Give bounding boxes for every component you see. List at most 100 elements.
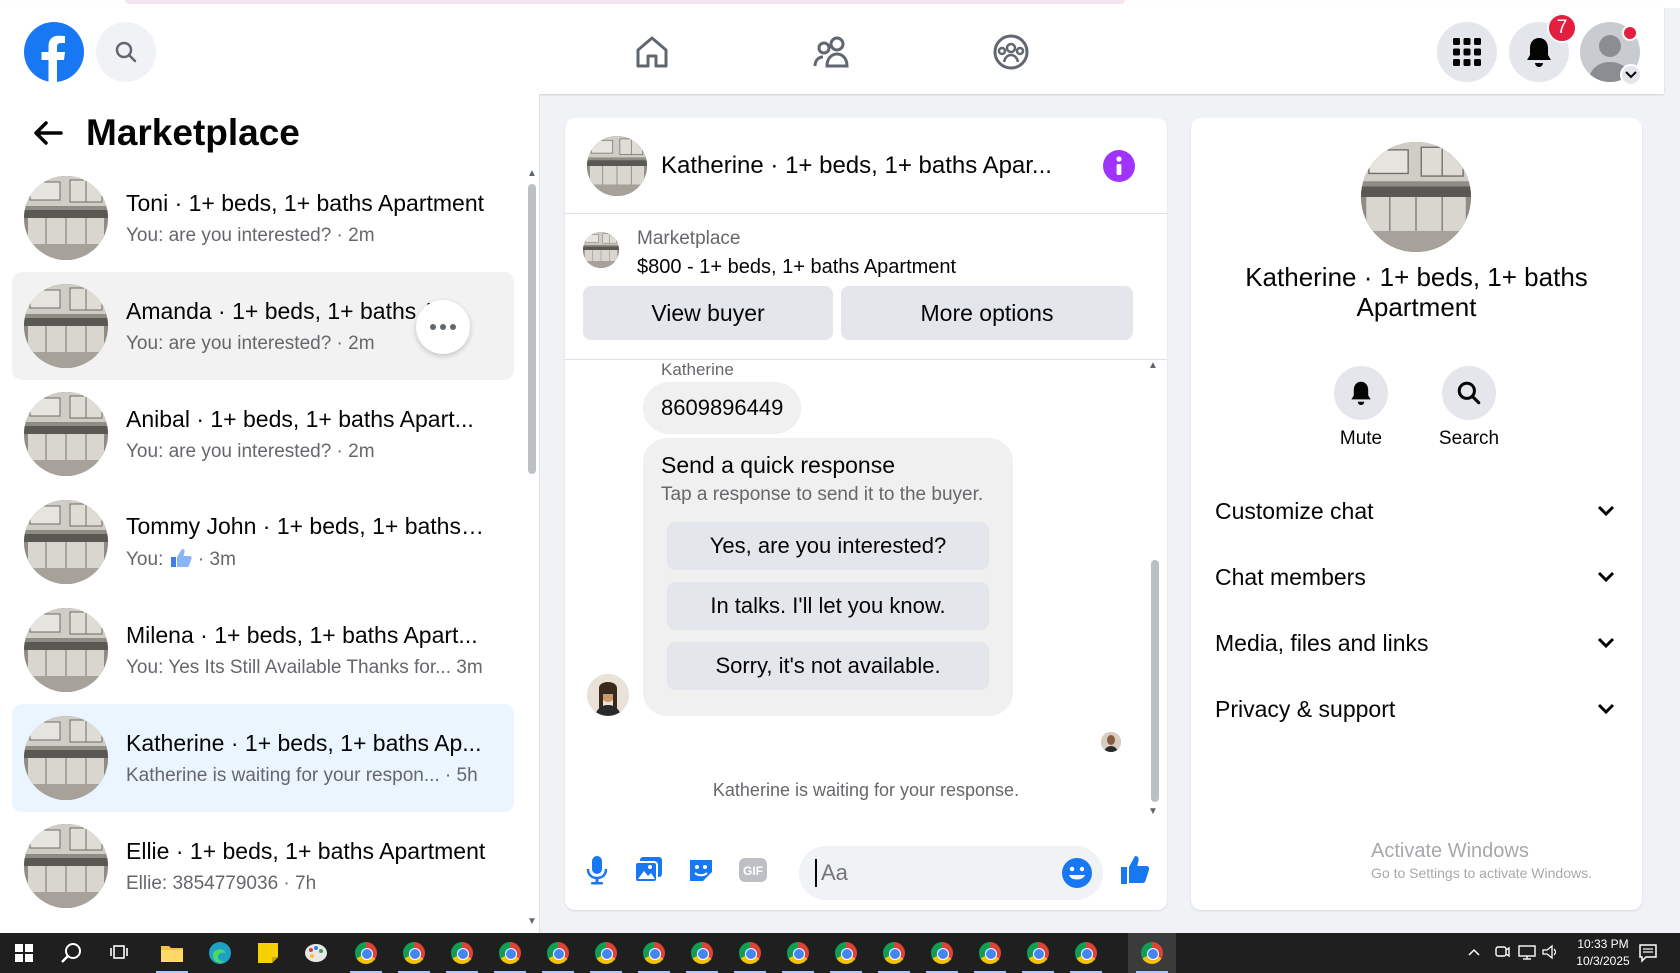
conversation-row[interactable]: Anibal · 1+ beds, 1+ baths Apart... You:…: [12, 380, 514, 488]
file-explorer-button[interactable]: [148, 933, 196, 973]
media-files-links-section[interactable]: Media, files and links: [1215, 623, 1615, 663]
action-center-button[interactable]: [1638, 943, 1658, 973]
start-button[interactable]: [0, 933, 48, 973]
mute-action[interactable]: Mute: [1326, 366, 1396, 450]
home-nav[interactable]: [626, 26, 678, 78]
gif-button[interactable]: GIF: [733, 850, 773, 890]
send-like-button[interactable]: [1115, 850, 1155, 890]
chat-scroll-down-arrow[interactable]: ▼: [1148, 806, 1158, 817]
conversation-preview: Katherine is waiting for your respon... …: [126, 764, 478, 786]
search-in-conversation-button[interactable]: [1442, 366, 1496, 420]
task-view-button[interactable]: [96, 933, 144, 973]
conversation-row[interactable]: Tommy John · 1+ beds, 1+ baths ... You: …: [12, 488, 514, 596]
chrome-window-button[interactable]: [822, 933, 870, 973]
chat-header: Katherine · 1+ beds, 1+ baths Apar...: [565, 118, 1167, 214]
chrome-window-button[interactable]: [438, 933, 486, 973]
chrome-window-button[interactable]: [966, 933, 1014, 973]
mute-button[interactable]: [1334, 366, 1388, 420]
friends-nav[interactable]: [806, 26, 858, 78]
privacy-support-section[interactable]: Privacy & support: [1215, 689, 1615, 729]
tray-network-icon[interactable]: [1518, 944, 1536, 973]
paint-app-button[interactable]: [292, 933, 340, 973]
account-menu-chevron[interactable]: [1620, 64, 1642, 86]
conversation-row[interactable]: Amanda · 1+ beds, 1+ baths A... You: are…: [12, 272, 514, 380]
more-options-button[interactable]: More options: [841, 286, 1133, 340]
chrome-window-button[interactable]: [486, 933, 534, 973]
chrome-window-button[interactable]: [774, 933, 822, 973]
customize-chat-section[interactable]: Customize chat: [1215, 491, 1615, 531]
search-button[interactable]: [96, 22, 156, 82]
message-input-box[interactable]: [799, 846, 1103, 900]
tray-overflow-chevron[interactable]: [1468, 945, 1480, 973]
chrome-window-button[interactable]: [678, 933, 726, 973]
conversation-row[interactable]: Milena · 1+ beds, 1+ baths Apart... You:…: [12, 596, 514, 704]
chrome-window-button[interactable]: [1062, 933, 1110, 973]
chrome-window-button[interactable]: [390, 933, 438, 973]
info-button[interactable]: [1103, 150, 1135, 182]
view-buyer-button[interactable]: View buyer: [583, 286, 833, 340]
sticky-notes-button[interactable]: [244, 933, 292, 973]
chat-scrollbar[interactable]: [1151, 560, 1159, 802]
friends-icon: [813, 36, 849, 68]
edge-browser-button[interactable]: [196, 933, 244, 973]
chrome-window-button[interactable]: [918, 933, 966, 973]
quick-response-option[interactable]: Sorry, it's not available.: [667, 642, 989, 690]
menu-button[interactable]: [1437, 22, 1497, 82]
gif-icon: GIF: [739, 858, 767, 882]
quick-response-option[interactable]: Yes, are you interested?: [667, 522, 989, 570]
chrome-window-button[interactable]: [342, 933, 390, 973]
voice-clip-button[interactable]: [577, 850, 617, 890]
tray-device-icon[interactable]: [1494, 944, 1510, 973]
chevron-up-icon: [1468, 948, 1480, 956]
buyer-avatar[interactable]: [587, 674, 629, 716]
groups-nav[interactable]: [985, 26, 1037, 78]
page-scrollbar[interactable]: [1664, 94, 1680, 933]
message-input[interactable]: [815, 859, 1045, 887]
chrome-icon: [1075, 942, 1097, 964]
chrome-icon: [595, 942, 617, 964]
back-button[interactable]: [30, 115, 66, 151]
contact-listing-photo[interactable]: [1361, 142, 1471, 252]
chrome-window-button[interactable]: [582, 933, 630, 973]
taskbar-clock[interactable]: 10:33 PM 10/3/2025: [1568, 936, 1638, 970]
chrome-icon: [1141, 942, 1163, 964]
quick-response-subtitle: Tap a response to send it to the buyer.: [661, 484, 984, 505]
chat-members-section[interactable]: Chat members: [1215, 557, 1615, 597]
conversation-preview: You: are you interested? · 2m: [126, 440, 375, 462]
facebook-logo[interactable]: [24, 22, 84, 82]
chrome-window-button[interactable]: [630, 933, 678, 973]
conversation-row[interactable]: Toni · 1+ beds, 1+ baths Apartment You: …: [12, 164, 514, 272]
conversation-row-active[interactable]: Katherine · 1+ beds, 1+ baths Ap... Kath…: [12, 704, 514, 812]
chat-title[interactable]: Katherine · 1+ beds, 1+ baths Apar...: [661, 152, 1081, 180]
sidebar-scrollbar[interactable]: [528, 184, 536, 474]
message-bubble[interactable]: 8609896449: [643, 382, 802, 434]
search-action[interactable]: Search: [1434, 366, 1504, 450]
meet-now-icon: [1495, 946, 1510, 958]
chat-scroll-up-arrow[interactable]: ▲: [1148, 360, 1158, 371]
message-composer: GIF: [565, 836, 1167, 910]
scroll-down-arrow[interactable]: ▼: [527, 916, 537, 927]
sticker-button[interactable]: [681, 850, 721, 890]
emoji-icon[interactable]: [1061, 857, 1093, 889]
section-label: Customize chat: [1215, 497, 1374, 524]
chrome-window-button[interactable]: [870, 933, 918, 973]
sticker-icon: [690, 860, 712, 881]
chrome-window-button[interactable]: [534, 933, 582, 973]
windows-activation-watermark: Activate Windows Go to Settings to activ…: [1371, 840, 1592, 881]
tray-volume-icon[interactable]: [1542, 944, 1560, 973]
conversation-preview: You: · 3m: [126, 548, 486, 571]
chat-listing-thumbnail[interactable]: [587, 135, 647, 196]
taskbar-search-button[interactable]: [48, 933, 96, 973]
search-icon: [61, 943, 81, 963]
conversation-row[interactable]: Ellie · 1+ beds, 1+ baths Apartment Elli…: [12, 812, 514, 920]
chrome-icon: [835, 942, 857, 964]
quick-response-option[interactable]: In talks. I'll let you know.: [667, 582, 989, 630]
chrome-window-button[interactable]: [726, 933, 774, 973]
attach-photo-button[interactable]: [629, 850, 669, 890]
listing-label: Marketplace: [637, 228, 741, 249]
conversation-options-button[interactable]: [416, 300, 470, 354]
scroll-up-arrow[interactable]: ▲: [527, 168, 537, 179]
chrome-icon: [979, 942, 1001, 964]
chrome-window-button[interactable]: [1014, 933, 1062, 973]
chrome-window-button-active[interactable]: [1128, 933, 1176, 973]
